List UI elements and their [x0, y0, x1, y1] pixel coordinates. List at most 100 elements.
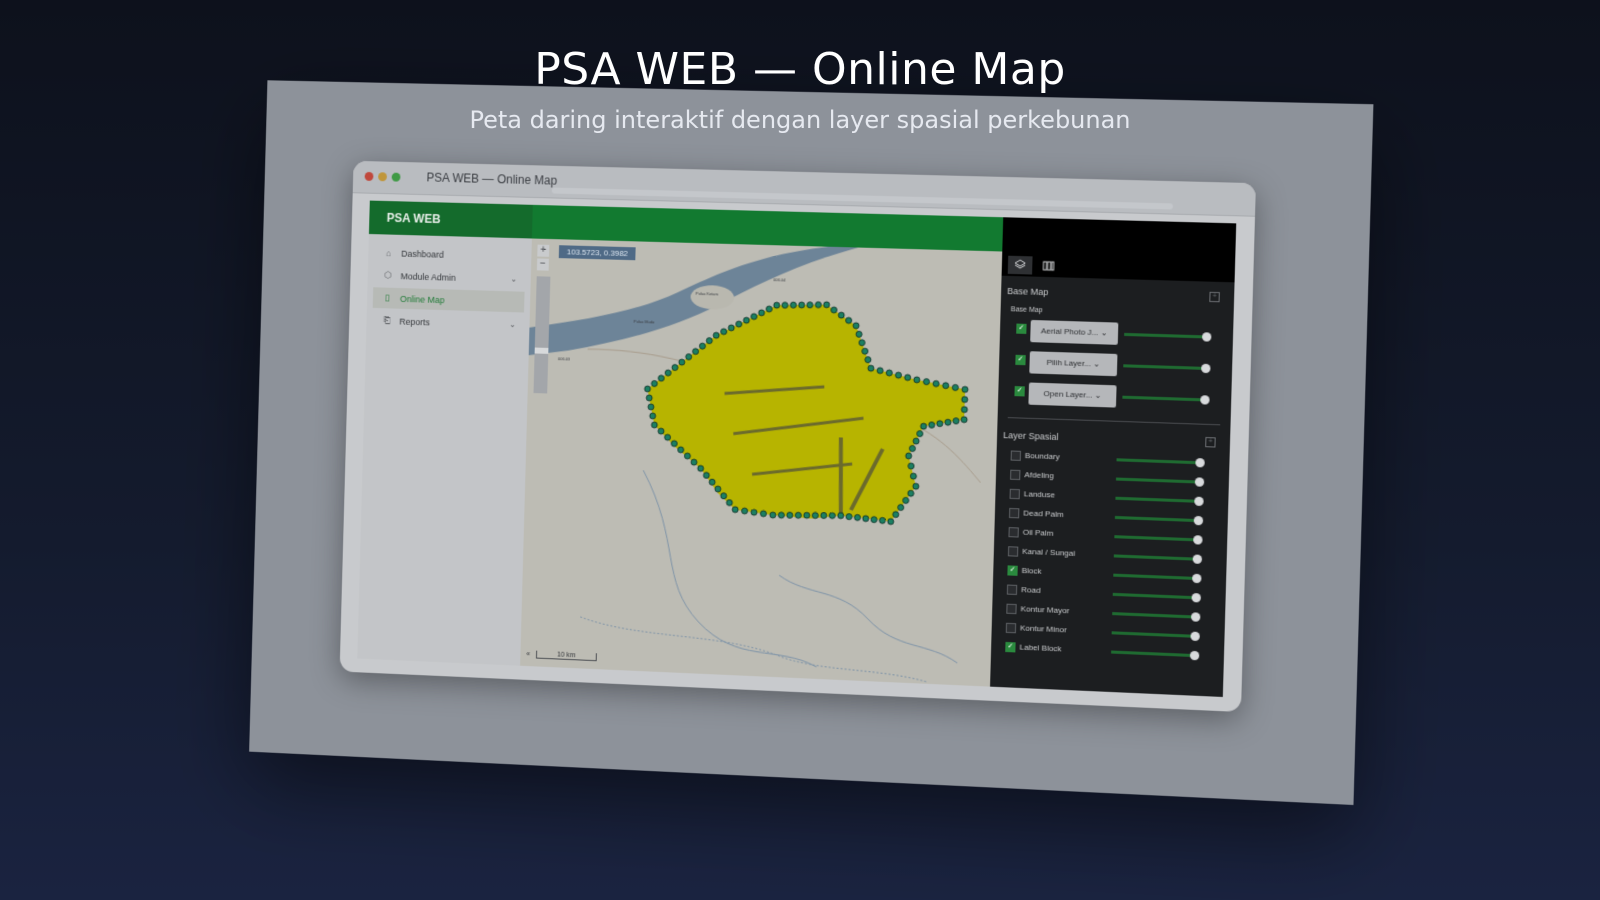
slider-handle[interactable]	[1201, 332, 1212, 342]
base-map-select[interactable]: Open Layer... ⌄	[1028, 382, 1117, 408]
slider-handle[interactable]	[1192, 554, 1203, 564]
point-marker[interactable]	[865, 357, 871, 363]
sidebar-item-reports[interactable]: ⎗ Reports ⌄	[372, 310, 524, 335]
point-marker[interactable]	[751, 509, 757, 515]
point-marker[interactable]	[770, 512, 777, 519]
layer-checkbox[interactable]	[1006, 584, 1018, 595]
layer-checkbox[interactable]: ✓	[1005, 641, 1016, 653]
point-marker[interactable]	[672, 364, 678, 370]
point-marker[interactable]	[684, 453, 690, 459]
base-map-checkbox[interactable]: ✓	[1014, 386, 1025, 397]
opacity-slider[interactable]	[1122, 395, 1210, 405]
point-marker[interactable]	[846, 514, 852, 520]
point-marker[interactable]	[888, 518, 894, 524]
point-marker[interactable]	[709, 479, 715, 485]
expand-icon[interactable]: +	[1209, 291, 1220, 303]
point-marker[interactable]	[686, 354, 692, 360]
point-marker[interactable]	[929, 422, 935, 428]
slider-handle[interactable]	[1189, 650, 1200, 661]
minimize-window-button[interactable]	[378, 172, 388, 182]
slider-handle[interactable]	[1194, 496, 1204, 507]
opacity-slider[interactable]	[1123, 363, 1211, 374]
slider-handle[interactable]	[1191, 593, 1202, 603]
layer-checkbox[interactable]	[1008, 527, 1019, 538]
tab-legend[interactable]	[1036, 257, 1061, 276]
point-marker[interactable]	[751, 313, 757, 319]
point-marker[interactable]	[893, 511, 899, 517]
point-marker[interactable]	[908, 463, 914, 469]
base-map-select[interactable]: Aerial Photo J... ⌄	[1030, 319, 1119, 345]
point-marker[interactable]	[910, 473, 916, 479]
close-window-button[interactable]	[364, 171, 374, 181]
zoom-slider-handle[interactable]	[534, 347, 549, 354]
point-marker[interactable]	[691, 459, 697, 465]
point-marker[interactable]	[726, 500, 732, 506]
point-marker[interactable]	[790, 301, 797, 309]
slider-handle[interactable]	[1193, 535, 1203, 545]
point-marker[interactable]	[703, 472, 709, 478]
point-marker[interactable]	[728, 325, 734, 331]
point-marker[interactable]	[914, 377, 920, 383]
point-marker[interactable]	[651, 380, 657, 386]
point-marker[interactable]	[856, 331, 862, 337]
opacity-slider[interactable]	[1111, 631, 1200, 642]
point-marker[interactable]	[651, 422, 657, 428]
point-marker[interactable]	[794, 511, 802, 519]
layer-checkbox[interactable]	[1005, 622, 1017, 634]
point-marker[interactable]	[962, 386, 968, 392]
map-canvas[interactable]: Pulau Ketam Pulau Mudo 006.04 006.03 + −…	[520, 238, 1003, 687]
point-marker[interactable]	[648, 404, 654, 410]
slider-handle[interactable]	[1193, 515, 1204, 526]
opacity-slider[interactable]	[1124, 332, 1212, 342]
point-marker[interactable]	[943, 382, 949, 388]
layer-checkbox[interactable]	[1010, 450, 1022, 461]
point-marker[interactable]	[814, 301, 821, 308]
point-marker[interactable]	[937, 421, 943, 427]
point-marker[interactable]	[846, 317, 852, 323]
point-marker[interactable]	[766, 305, 774, 313]
point-marker[interactable]	[877, 367, 883, 373]
point-marker[interactable]	[822, 301, 830, 308]
layer-checkbox[interactable]: ✓	[1007, 565, 1018, 576]
sidebar-item-dashboard[interactable]: ⌂ Dashboard	[374, 242, 526, 267]
point-marker[interactable]	[665, 370, 671, 376]
point-marker[interactable]	[859, 340, 865, 346]
point-marker[interactable]	[786, 511, 794, 519]
tab-layers[interactable]	[1007, 255, 1033, 275]
zoom-out-button[interactable]: −	[536, 258, 549, 271]
layer-checkbox[interactable]	[1010, 469, 1021, 481]
point-marker[interactable]	[879, 517, 885, 523]
point-marker[interactable]	[650, 413, 656, 419]
collapse-icon[interactable]: «	[526, 651, 530, 658]
point-marker[interactable]	[782, 301, 789, 309]
point-marker[interactable]	[658, 375, 664, 381]
point-marker[interactable]	[736, 321, 742, 327]
point-marker[interactable]	[952, 384, 958, 390]
slider-handle[interactable]	[1194, 477, 1205, 487]
point-marker[interactable]	[693, 348, 699, 354]
point-marker[interactable]	[760, 511, 766, 517]
point-marker[interactable]	[898, 504, 904, 510]
point-marker[interactable]	[854, 514, 860, 520]
base-map-checkbox[interactable]: ✓	[1015, 354, 1026, 366]
point-marker[interactable]	[838, 513, 844, 519]
opacity-slider[interactable]	[1114, 535, 1203, 545]
zoom-in-button[interactable]: +	[537, 244, 550, 257]
point-marker[interactable]	[913, 483, 919, 489]
point-marker[interactable]	[679, 359, 685, 365]
point-marker[interactable]	[863, 515, 869, 521]
point-marker[interactable]	[895, 372, 901, 378]
point-marker[interactable]	[758, 310, 764, 316]
point-marker[interactable]	[665, 434, 671, 440]
slider-handle[interactable]	[1192, 573, 1202, 584]
point-marker[interactable]	[831, 307, 837, 313]
point-marker[interactable]	[923, 379, 929, 385]
point-marker[interactable]	[945, 419, 951, 425]
point-marker[interactable]	[909, 445, 915, 451]
opacity-slider[interactable]	[1116, 458, 1205, 468]
point-marker[interactable]	[903, 497, 909, 503]
address-bar[interactable]	[551, 187, 1173, 210]
plantation-area[interactable]	[644, 299, 968, 525]
point-marker[interactable]	[862, 348, 868, 354]
point-marker[interactable]	[908, 490, 914, 496]
